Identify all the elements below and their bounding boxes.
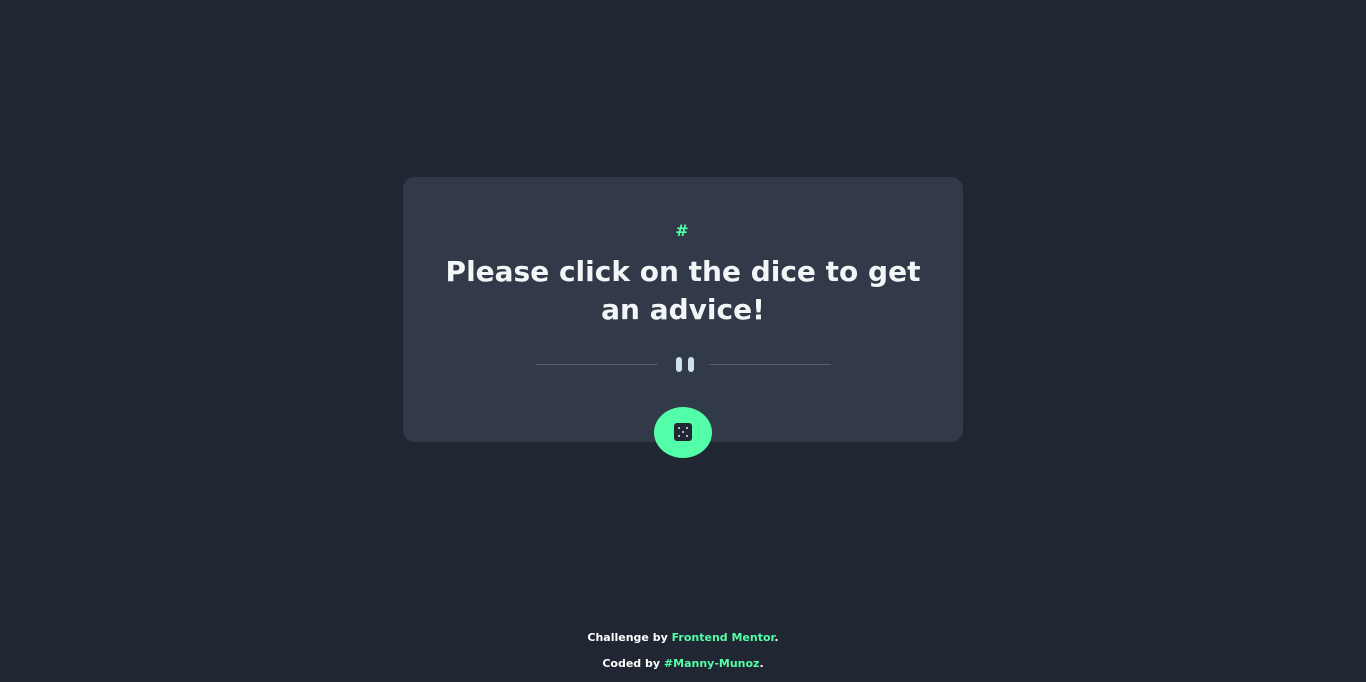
coded-prefix: Coded by xyxy=(602,657,661,670)
advice-text: Please click on the dice to get an advic… xyxy=(445,255,921,326)
attribution-coded-by: Coded by #Manny-Munoz. xyxy=(0,657,1366,671)
divider-line-right xyxy=(709,364,831,365)
pattern-divider xyxy=(536,355,831,375)
coded-suffix: . xyxy=(759,657,764,670)
dice-icon xyxy=(674,423,692,441)
frontend-mentor-link[interactable]: Frontend Mentor xyxy=(672,631,775,644)
pause-icon xyxy=(674,357,696,372)
challenge-suffix: . xyxy=(774,631,779,644)
advice-card: # Please click on the dice to get an adv… xyxy=(403,177,963,458)
advice-id: # xyxy=(675,221,691,240)
divider-line-left xyxy=(536,364,658,365)
page: # Please click on the dice to get an adv… xyxy=(0,0,1366,682)
attribution-challenge: Challenge by Frontend Mentor. xyxy=(0,631,1366,645)
dice-button[interactable] xyxy=(654,407,712,458)
challenge-prefix: Challenge by xyxy=(587,631,668,644)
author-link[interactable]: #Manny-Munoz xyxy=(664,657,760,670)
